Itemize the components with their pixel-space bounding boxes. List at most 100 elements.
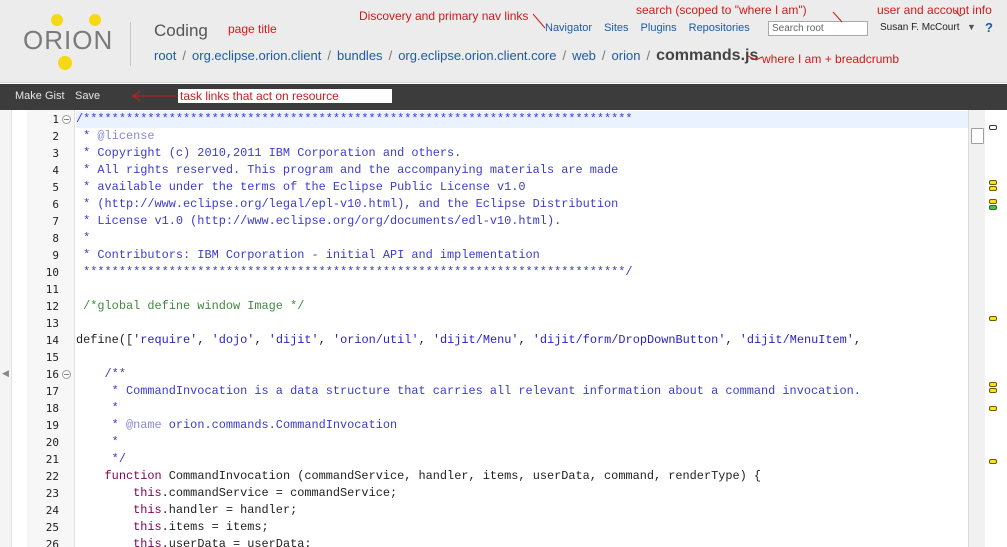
- code-line: ****************************************…: [76, 265, 633, 279]
- save-button[interactable]: Save: [75, 90, 100, 102]
- code-line: define(['require', 'dojo', 'dijit', 'ori…: [76, 333, 862, 347]
- nav-link-repositories[interactable]: Repositories: [689, 22, 750, 34]
- annotation-task-links: task links that act on resource: [178, 89, 392, 103]
- fold-toggle-icon[interactable]: −: [62, 115, 71, 124]
- line-number: 17: [45, 385, 59, 398]
- orion-logo-icon: ORION: [23, 14, 112, 70]
- svg-text:ORION: ORION: [23, 25, 112, 55]
- caret-down-icon[interactable]: ▼: [967, 22, 976, 32]
- annotation-page-title: page title: [228, 22, 277, 36]
- code-line: * Copyright (c) 2010,2011 IBM Corporatio…: [76, 146, 462, 160]
- line-number: 23: [45, 487, 59, 500]
- code-line: this.commandService = commandService;: [133, 486, 398, 500]
- breadcrumb-separator: /: [562, 48, 567, 63]
- annotation-arrow-icon: [132, 90, 177, 102]
- scrollbar-thumb[interactable]: [971, 128, 984, 144]
- line-number: 25: [45, 521, 59, 534]
- breadcrumb-orion-client[interactable]: org.eclipse.orion.client: [192, 48, 321, 63]
- code-line: this.handler = handler;: [133, 503, 298, 517]
- line-number: 13: [45, 317, 59, 330]
- code-line: /**: [76, 367, 126, 381]
- line-number-gutter: 1−2 3 4 5 6 7 8 9 10 11 12 13 14 15 16−17 18 19 20 21 22 23 2…: [27, 110, 75, 547]
- breadcrumb: root / org.eclipse.orion.client / bundle…: [154, 47, 758, 65]
- code-line: function CommandInvocation (commandServi…: [104, 469, 762, 483]
- code-line: */: [76, 452, 126, 466]
- breadcrumb-root[interactable]: root: [154, 48, 176, 63]
- annotation-nav: Discovery and primary nav links: [359, 9, 529, 23]
- ruler-current-line-marker[interactable]: [989, 125, 997, 130]
- left-pane-strip[interactable]: ◀: [0, 110, 12, 547]
- breadcrumb-separator: /: [646, 48, 651, 63]
- line-number: 2: [52, 130, 59, 143]
- code-line: * @name orion.commands.CommandInvocation: [76, 418, 398, 432]
- line-number: 26: [45, 538, 59, 547]
- code-editor: ◀ 1−2 3 4 5 6 7 8 9 10 11 12 13 14 15 16−17 18 19 20 21 22 2…: [0, 110, 1007, 547]
- overview-ruler[interactable]: [985, 110, 1007, 547]
- ruler-warning-marker[interactable]: [989, 459, 997, 464]
- code-line: * All rights reserved. This program and …: [76, 163, 619, 177]
- search-input[interactable]: [768, 21, 868, 36]
- line-number: 15: [45, 351, 59, 364]
- code-line: * available under the terms of the Eclip…: [76, 180, 526, 194]
- nav-link-navigator[interactable]: Navigator: [545, 22, 592, 34]
- line-number: 6: [52, 198, 59, 211]
- header-divider: [130, 22, 131, 66]
- code-line: * (http://www.eclipse.org/legal/epl-v10.…: [76, 197, 619, 211]
- code-line: this.items = items;: [133, 520, 269, 534]
- orion-logo[interactable]: ORION: [20, 14, 112, 70]
- breadcrumb-orion[interactable]: orion: [612, 48, 641, 63]
- line-number: 7: [52, 215, 59, 228]
- line-number: 16: [45, 368, 59, 381]
- line-number: 5: [52, 181, 59, 194]
- line-number: 12: [45, 300, 59, 313]
- code-line: this.userData = userData;: [133, 537, 312, 547]
- code-line: /***************************************…: [76, 111, 968, 128]
- code-line: *: [76, 401, 119, 415]
- annotation-search: search (scoped to "where I am"): [636, 3, 807, 17]
- user-name[interactable]: Susan F. McCourt: [880, 22, 959, 33]
- code-area[interactable]: /***************************************…: [76, 110, 968, 547]
- help-icon[interactable]: ?: [985, 20, 993, 35]
- code-line: *: [76, 435, 119, 449]
- ruler-warning-marker[interactable]: [989, 382, 997, 387]
- page-title: Coding: [154, 21, 208, 40]
- line-number: 3: [52, 147, 59, 160]
- ruler-warning-marker[interactable]: [989, 199, 997, 204]
- fold-toggle-icon[interactable]: −: [62, 370, 71, 379]
- line-number: 4: [52, 164, 59, 177]
- line-number: 18: [45, 402, 59, 415]
- ruler-warning-marker[interactable]: [989, 186, 997, 191]
- line-number: 22: [45, 470, 59, 483]
- breadcrumb-client-core[interactable]: org.eclipse.orion.client.core: [398, 48, 556, 63]
- collapse-left-icon[interactable]: ◀: [2, 368, 9, 379]
- ruler-info-marker[interactable]: [989, 205, 997, 210]
- breadcrumb-bundles[interactable]: bundles: [337, 48, 383, 63]
- breadcrumb-separator: /: [182, 48, 187, 63]
- code-line: *: [76, 231, 91, 245]
- ruler-warning-marker[interactable]: [989, 180, 997, 185]
- line-number: 20: [45, 436, 59, 449]
- code-line: /*global define window Image */: [76, 299, 305, 313]
- line-number: 9: [52, 249, 59, 262]
- code-line: * @license: [76, 129, 155, 143]
- ruler-warning-marker[interactable]: [989, 388, 997, 393]
- ruler-warning-marker[interactable]: [989, 406, 997, 411]
- line-number: 19: [45, 419, 59, 432]
- breadcrumb-separator: /: [327, 48, 332, 63]
- breadcrumb-current-file: commands.js: [656, 47, 759, 64]
- breadcrumb-web[interactable]: web: [572, 48, 596, 63]
- nav-link-plugins[interactable]: Plugins: [641, 22, 677, 34]
- make-gist-button[interactable]: Make Gist: [15, 90, 65, 102]
- breadcrumb-separator: /: [388, 48, 393, 63]
- annotation-breadcrumb: where I am + breadcrumb: [762, 52, 900, 66]
- vertical-scrollbar[interactable]: [968, 110, 985, 547]
- code-line: * Contributors: IBM Corporation - initia…: [76, 248, 540, 262]
- line-number: 14: [45, 334, 59, 347]
- line-number: 8: [52, 232, 59, 245]
- primary-nav: Navigator Sites Plugins Repositories: [545, 22, 750, 34]
- nav-link-sites[interactable]: Sites: [604, 22, 628, 34]
- line-number: 11: [45, 283, 59, 296]
- line-number: 24: [45, 504, 59, 517]
- code-line: * CommandInvocation is a data structure …: [76, 384, 861, 398]
- ruler-warning-marker[interactable]: [989, 316, 997, 321]
